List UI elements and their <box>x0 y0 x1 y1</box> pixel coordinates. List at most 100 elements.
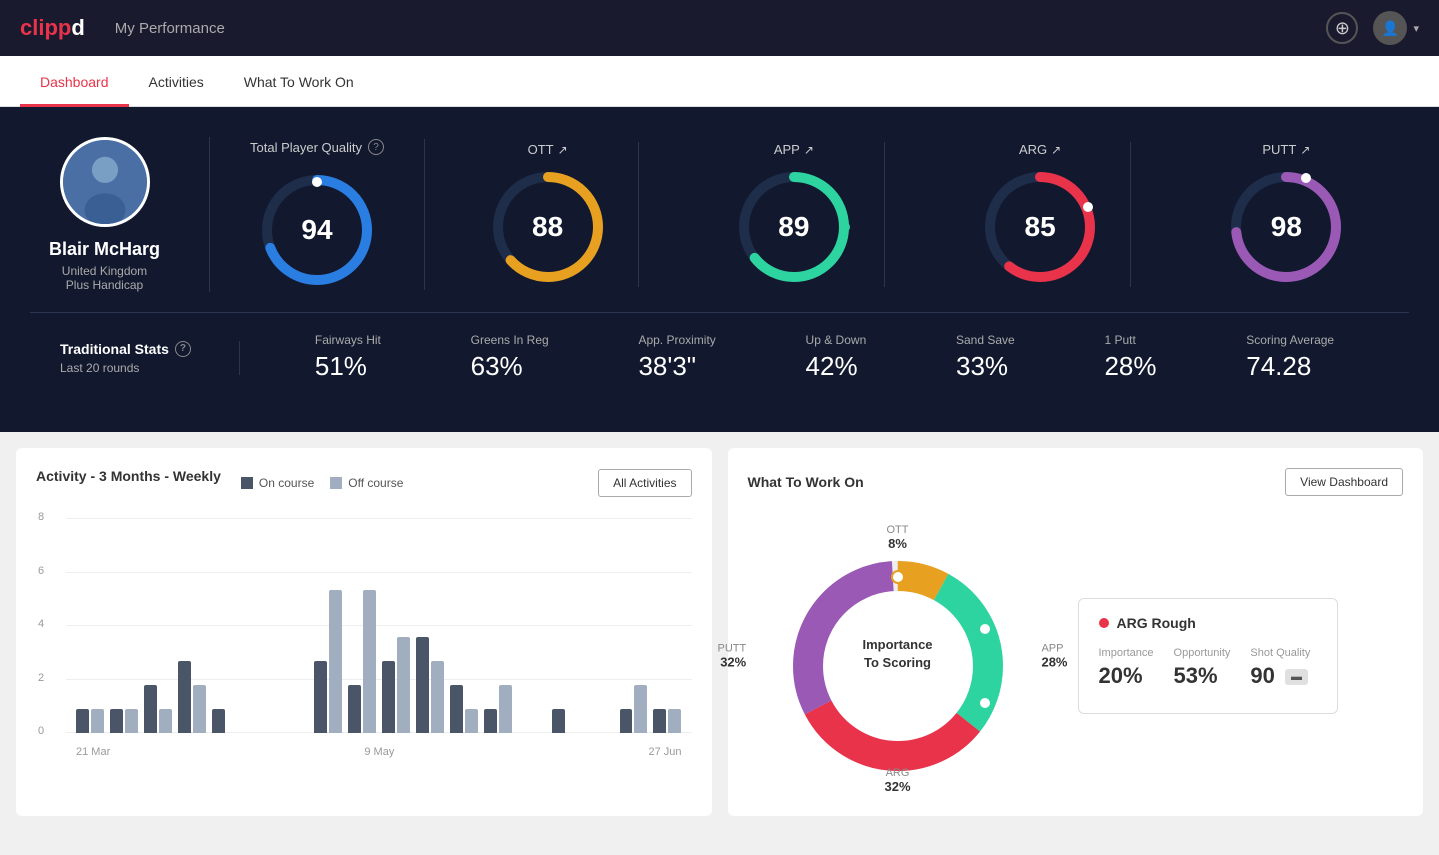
bar-oncourse-14 <box>552 709 565 733</box>
view-dashboard-button[interactable]: View Dashboard <box>1285 468 1403 496</box>
bar-group-11 <box>450 685 478 733</box>
bar-group-16 <box>620 685 648 733</box>
stat-fairways: Fairways Hit 51% <box>315 333 381 382</box>
user-avatar-button[interactable]: 👤 ▾ <box>1373 11 1419 45</box>
ott-label: OTT ↗ <box>528 142 568 157</box>
putt-arrow-icon: ↗ <box>1300 143 1310 157</box>
arg-label: ARG ↗ <box>1019 142 1061 157</box>
tab-what-to-work-on[interactable]: What To Work On <box>224 56 374 107</box>
app-arrow-icon: ↗ <box>804 143 814 157</box>
donut-chart-area: Importance To Scoring OTT 8% APP 28% ARG <box>748 516 1048 796</box>
logo[interactable]: clippd <box>20 15 85 41</box>
legend-oncourse: On course <box>241 476 314 490</box>
wtwo-title: What To Work On <box>748 474 864 490</box>
bar-group-4 <box>212 709 240 733</box>
header-title: My Performance <box>115 20 225 37</box>
main-content: Activity - 3 Months - Weekly On course O… <box>0 432 1439 832</box>
arg-donut-label: ARG 32% <box>884 767 910 794</box>
bar-offcourse-11 <box>465 709 478 733</box>
bars-area <box>66 518 692 733</box>
stat-sandsave: Sand Save 33% <box>956 333 1015 382</box>
logo-clip: clipp <box>20 15 71 40</box>
tab-bar: Dashboard Activities What To Work On <box>0 56 1439 107</box>
quality-scores: Total Player Quality ? 94 OTT <box>210 139 1409 290</box>
app-donut-label: APP 28% <box>1041 643 1067 670</box>
chart-header: Activity - 3 Months - Weekly On course O… <box>36 468 692 498</box>
oncourse-label: On course <box>259 476 314 490</box>
player-handicap: Plus Handicap <box>66 278 143 292</box>
ott-arrow-icon: ↗ <box>558 143 568 157</box>
plus-icon: ⊕ <box>1335 18 1350 39</box>
stat-scoring: Scoring Average 74.28 <box>1246 333 1334 382</box>
arg-arrow-icon: ↗ <box>1051 143 1061 157</box>
stats-sublabel: Last 20 rounds <box>60 361 209 375</box>
x-axis-labels: 21 Mar 9 May 27 Jun <box>66 746 692 758</box>
stats-label-area: Traditional Stats ? Last 20 rounds <box>60 341 240 375</box>
quality-label-text: Total Player Quality <box>250 140 362 155</box>
info-shotquality: Shot Quality 90 ▬ <box>1250 647 1310 689</box>
bar-group-14 <box>552 709 580 733</box>
player-card: Blair McHarg United Kingdom Plus Handica… <box>30 137 210 292</box>
app-label: APP ↗ <box>774 142 814 157</box>
tab-dashboard[interactable]: Dashboard <box>20 56 129 107</box>
bar-oncourse-7 <box>314 661 327 733</box>
offcourse-legend-dot <box>330 477 342 489</box>
quality-item-ott: OTT ↗ 88 <box>458 142 639 287</box>
header-left: clippd My Performance <box>20 15 225 41</box>
bar-offcourse-1 <box>125 709 138 733</box>
bar-oncourse-9 <box>382 661 395 733</box>
stat-updown: Up & Down 42% <box>806 333 867 382</box>
hero-top: Blair McHarg United Kingdom Plus Handica… <box>30 137 1409 292</box>
stats-items: Fairways Hit 51% Greens In Reg 63% App. … <box>240 333 1379 382</box>
bar-oncourse-3 <box>178 661 191 733</box>
main-score: 94 <box>301 214 332 246</box>
stat-greens: Greens In Reg 63% <box>471 333 549 382</box>
stat-proximity: App. Proximity 38'3" <box>638 333 715 382</box>
bar-offcourse-8 <box>363 590 376 733</box>
bar-offcourse-3 <box>193 685 206 733</box>
help-icon[interactable]: ? <box>368 139 384 155</box>
bar-oncourse-17 <box>653 709 666 733</box>
info-dot <box>1099 618 1109 628</box>
app-score: 89 <box>778 211 809 243</box>
info-metrics: Importance 20% Opportunity 53% Shot Qual… <box>1099 647 1317 689</box>
legend-offcourse: Off course <box>330 476 403 490</box>
info-importance: Importance 20% <box>1099 647 1154 689</box>
app-chart: 89 <box>734 167 854 287</box>
ott-chart: 88 <box>488 167 608 287</box>
info-card-title: ARG Rough <box>1099 615 1317 631</box>
bar-group-17 <box>653 709 681 733</box>
bar-offcourse-10 <box>431 661 444 733</box>
add-button[interactable]: ⊕ <box>1326 12 1358 44</box>
quality-item-app: APP ↗ 89 <box>704 142 885 287</box>
quality-main: Total Player Quality ? 94 <box>210 139 425 290</box>
oncourse-legend-dot <box>241 477 253 489</box>
info-opportunity: Opportunity 53% <box>1174 647 1231 689</box>
activity-panel: Activity - 3 Months - Weekly On course O… <box>16 448 712 816</box>
bar-offcourse-12 <box>499 685 512 733</box>
bar-oncourse-0 <box>76 709 89 733</box>
bar-offcourse-16 <box>634 685 647 733</box>
hero-section: Blair McHarg United Kingdom Plus Handica… <box>0 107 1439 432</box>
stats-help-icon[interactable]: ? <box>175 341 191 357</box>
bar-group-10 <box>416 637 444 733</box>
quality-item-putt: PUTT ↗ 98 <box>1196 142 1376 287</box>
tab-activities[interactable]: Activities <box>129 56 224 107</box>
wtwo-header: What To Work On View Dashboard <box>748 468 1404 496</box>
player-country: United Kingdom <box>62 264 147 278</box>
ott-score: 88 <box>532 211 563 243</box>
donut-center-text: Importance To Scoring <box>862 636 932 672</box>
putt-label: PUTT ↗ <box>1262 142 1310 157</box>
activity-title: Activity - 3 Months - Weekly <box>36 468 221 484</box>
bar-group-12 <box>484 685 512 733</box>
logo-pd: d <box>71 15 84 40</box>
x-label-may: 9 May <box>364 746 394 758</box>
arg-chart: 85 <box>980 167 1100 287</box>
wtwo-content: Importance To Scoring OTT 8% APP 28% ARG <box>748 516 1404 796</box>
bar-oncourse-12 <box>484 709 497 733</box>
ott-donut-label: OTT 8% <box>887 524 909 551</box>
stats-row: Traditional Stats ? Last 20 rounds Fairw… <box>30 312 1409 402</box>
bar-group-1 <box>110 709 138 733</box>
bar-offcourse-17 <box>668 709 681 733</box>
all-activities-button[interactable]: All Activities <box>598 469 691 497</box>
